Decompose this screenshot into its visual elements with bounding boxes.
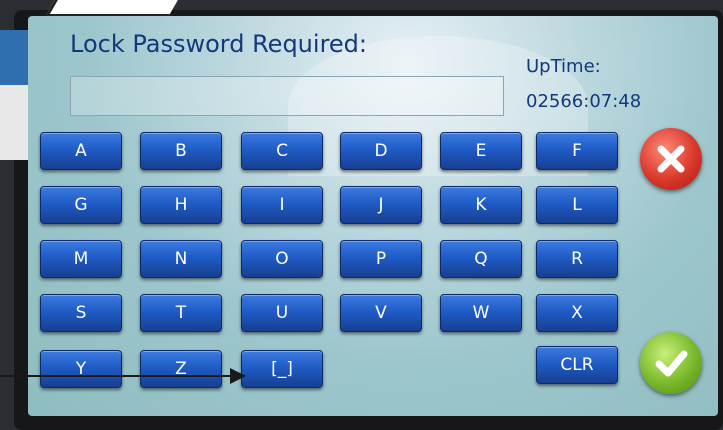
key-z[interactable]: Z — [140, 350, 222, 388]
key-b[interactable]: B — [140, 132, 222, 170]
password-field[interactable] — [70, 76, 504, 116]
annotation-pointer-line — [0, 375, 232, 377]
key-j[interactable]: J — [340, 186, 422, 224]
key-a[interactable]: A — [40, 132, 122, 170]
annotation-arrow-top — [45, 0, 178, 17]
key-g[interactable]: G — [40, 186, 122, 224]
key-space[interactable]: [_] — [241, 350, 323, 388]
key-m[interactable]: M — [40, 240, 122, 278]
key-l[interactable]: L — [536, 186, 618, 224]
key-k[interactable]: K — [440, 186, 522, 224]
key-s[interactable]: S — [40, 294, 122, 332]
key-x[interactable]: X — [536, 294, 618, 332]
key-w[interactable]: W — [440, 294, 522, 332]
page-title: Lock Password Required: — [70, 30, 367, 58]
close-icon — [657, 145, 685, 173]
key-u[interactable]: U — [241, 294, 323, 332]
key-t[interactable]: T — [140, 294, 222, 332]
key-y[interactable]: Y — [40, 350, 122, 388]
key-o[interactable]: O — [241, 240, 323, 278]
confirm-button[interactable] — [640, 332, 702, 394]
key-n[interactable]: N — [140, 240, 222, 278]
key-e[interactable]: E — [440, 132, 522, 170]
cancel-button[interactable] — [640, 128, 702, 190]
annotation-pointer-head — [230, 368, 246, 384]
key-r[interactable]: R — [536, 240, 618, 278]
lock-screen: Lock Password Required: UpTime: 02566:07… — [28, 16, 718, 416]
key-v[interactable]: V — [340, 294, 422, 332]
uptime-label: UpTime: — [526, 56, 601, 77]
key-h[interactable]: H — [140, 186, 222, 224]
key-d[interactable]: D — [340, 132, 422, 170]
clear-button[interactable]: CLR — [536, 346, 618, 384]
key-f[interactable]: F — [536, 132, 618, 170]
key-p[interactable]: P — [340, 240, 422, 278]
uptime-value: 02566:07:48 — [526, 91, 642, 112]
key-c[interactable]: C — [241, 132, 323, 170]
key-q[interactable]: Q — [440, 240, 522, 278]
checkmark-icon — [655, 350, 688, 377]
key-i[interactable]: I — [241, 186, 323, 224]
